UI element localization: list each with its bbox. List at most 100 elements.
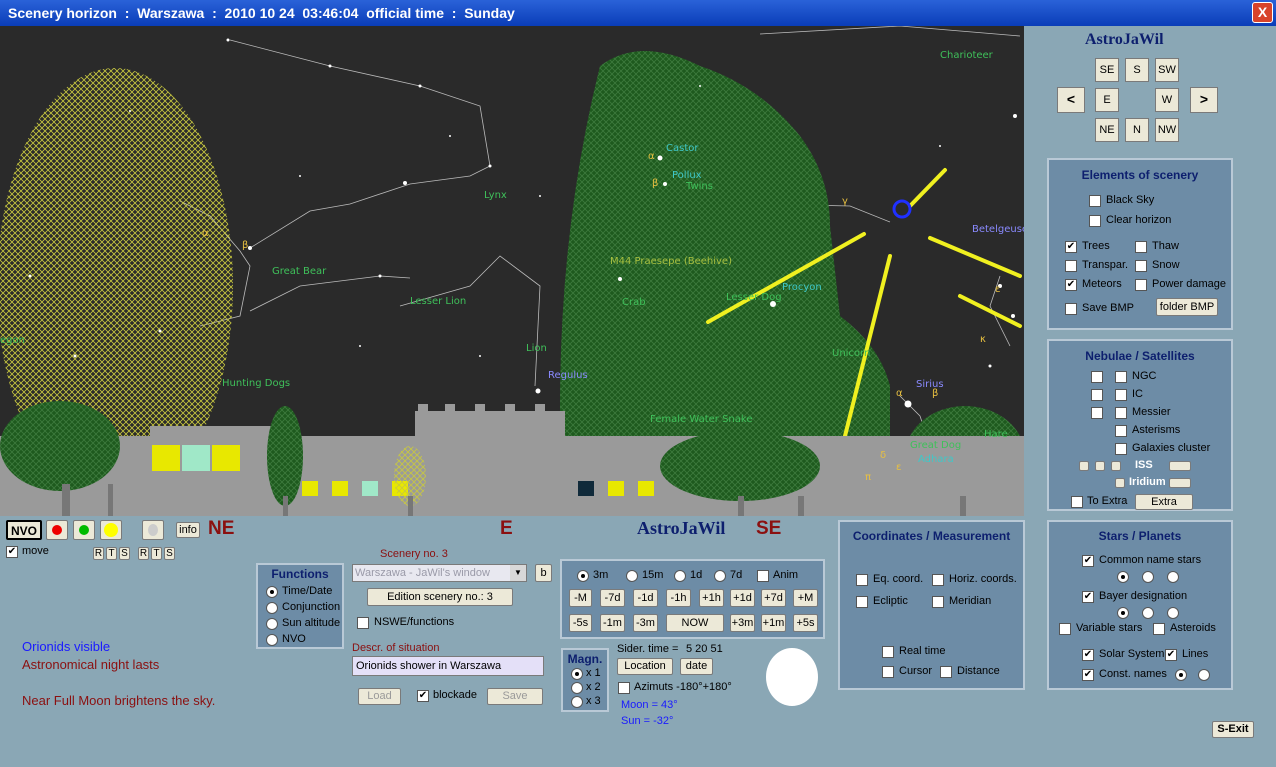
bayer-radio-2[interactable] [1142, 607, 1154, 619]
load-button[interactable]: Load [358, 688, 401, 705]
common-radio-2[interactable] [1142, 571, 1154, 583]
clear-horizon-checkbox[interactable] [1089, 215, 1101, 227]
step-7d-radio[interactable] [714, 570, 726, 582]
ic-checkbox-a[interactable] [1091, 389, 1103, 401]
step-15m-radio[interactable] [626, 570, 638, 582]
scenery-select[interactable]: Warszawa - JaWil's window [352, 564, 527, 582]
common-radio-3[interactable] [1167, 571, 1179, 583]
bayer-checkbox[interactable]: ✔ [1082, 591, 1094, 603]
time-plus-1d[interactable]: +1d [730, 589, 755, 607]
iridium-btn-1[interactable] [1115, 478, 1125, 488]
time-plus-1m[interactable]: +1m [761, 614, 786, 632]
nav-w-button[interactable]: W [1155, 88, 1179, 112]
iss-btn-3[interactable] [1111, 461, 1121, 471]
snow-checkbox[interactable] [1135, 260, 1147, 272]
yellow-button[interactable] [100, 520, 122, 540]
move-checkbox[interactable]: ✔ [6, 546, 18, 558]
lines-checkbox[interactable]: ✔ [1165, 649, 1177, 661]
time-plus-m[interactable]: +M [793, 589, 818, 607]
ecliptic-checkbox[interactable] [856, 596, 868, 608]
nav-ne-button[interactable]: NE [1095, 118, 1119, 142]
sky-view[interactable]: Charioteer Lynx Great Bear Lesser Lion L… [0, 26, 1024, 516]
nav-e-button[interactable]: E [1095, 88, 1119, 112]
thaw-checkbox[interactable] [1135, 241, 1147, 253]
galaxies-checkbox[interactable] [1115, 443, 1127, 455]
common-checkbox[interactable]: ✔ [1082, 555, 1094, 567]
azimuts-checkbox[interactable] [618, 682, 630, 694]
anim-checkbox[interactable] [757, 570, 769, 582]
moon-button[interactable] [142, 520, 164, 540]
extra-button[interactable]: Extra [1135, 494, 1193, 510]
time-minus-3m[interactable]: -3m [633, 614, 658, 632]
power-checkbox[interactable] [1135, 279, 1147, 291]
red-button[interactable] [46, 520, 68, 540]
rts-r-1[interactable]: R [93, 547, 104, 560]
func-sun-radio[interactable] [266, 618, 278, 630]
ngc-checkbox-b[interactable] [1115, 371, 1127, 383]
rts-s-1[interactable]: S [119, 547, 130, 560]
messier-checkbox-b[interactable] [1115, 407, 1127, 419]
magn-x2-radio[interactable] [571, 682, 583, 694]
const-radio-2[interactable] [1198, 669, 1210, 681]
time-minus-5s[interactable]: -5s [569, 614, 592, 632]
time-now[interactable]: NOW [666, 614, 724, 632]
chevron-down-icon[interactable]: ▼ [510, 565, 526, 581]
blockade-checkbox[interactable]: ✔ [417, 690, 429, 702]
meridian-checkbox[interactable] [932, 596, 944, 608]
to-extra-checkbox[interactable] [1071, 496, 1083, 508]
iss-btn-1[interactable] [1079, 461, 1089, 471]
time-minus-m[interactable]: -M [569, 589, 592, 607]
common-radio-1[interactable] [1117, 571, 1129, 583]
save-button[interactable]: Save [487, 688, 543, 705]
realtime-checkbox[interactable] [882, 646, 894, 658]
green-button[interactable] [73, 520, 95, 540]
step-1d-radio[interactable] [674, 570, 686, 582]
exit-button[interactable]: S-Exit [1212, 721, 1254, 738]
meteors-checkbox[interactable]: ✔ [1065, 279, 1077, 291]
iridium-btn-2[interactable] [1169, 478, 1191, 488]
nav-sw-button[interactable]: SW [1155, 58, 1179, 82]
location-button[interactable]: Location [617, 658, 673, 675]
close-button[interactable]: X [1252, 2, 1273, 23]
nvo-button[interactable]: NVO [6, 520, 42, 540]
magn-x3-radio[interactable] [571, 696, 583, 708]
nav-s-button[interactable]: S [1125, 58, 1149, 82]
time-plus-1h[interactable]: +1h [699, 589, 724, 607]
time-minus-1d[interactable]: -1d [633, 589, 658, 607]
info-button[interactable]: info [176, 522, 200, 538]
func-nvo-radio[interactable] [266, 634, 278, 646]
nav-nw-button[interactable]: NW [1155, 118, 1179, 142]
horiz-checkbox[interactable] [932, 574, 944, 586]
ngc-checkbox-a[interactable] [1091, 371, 1103, 383]
eq-checkbox[interactable] [856, 574, 868, 586]
iss-btn-2[interactable] [1095, 461, 1105, 471]
edition-button[interactable]: Edition scenery no.: 3 [367, 588, 513, 606]
asteroids-checkbox[interactable] [1153, 623, 1165, 635]
magn-x1-radio[interactable] [571, 668, 583, 680]
nav-se-button[interactable]: SE [1095, 58, 1119, 82]
iss-btn-4[interactable] [1169, 461, 1191, 471]
variable-checkbox[interactable] [1059, 623, 1071, 635]
messier-checkbox-a[interactable] [1091, 407, 1103, 419]
folder-bmp-button[interactable]: folder BMP [1156, 298, 1218, 316]
rts-t-1[interactable]: T [106, 547, 117, 560]
nswe-checkbox[interactable] [357, 617, 369, 629]
ic-checkbox-b[interactable] [1115, 389, 1127, 401]
time-plus-3m[interactable]: +3m [730, 614, 755, 632]
transpar-checkbox[interactable] [1065, 260, 1077, 272]
const-radio-1[interactable] [1175, 669, 1187, 681]
rts-s-2[interactable]: S [164, 547, 175, 560]
time-minus-1h[interactable]: -1h [666, 589, 691, 607]
save-bmp-checkbox[interactable] [1065, 303, 1077, 315]
time-plus-7d[interactable]: +7d [761, 589, 786, 607]
nav-left-button[interactable]: < [1057, 87, 1085, 113]
bayer-radio-3[interactable] [1167, 607, 1179, 619]
date-button[interactable]: date [680, 658, 713, 675]
nav-n-button[interactable]: N [1125, 118, 1149, 142]
b-button[interactable]: b [535, 564, 552, 582]
descr-field[interactable]: Orionids shower in Warszawa [352, 656, 544, 676]
time-plus-5s[interactable]: +5s [793, 614, 818, 632]
cursor-checkbox[interactable] [882, 666, 894, 678]
func-conj-radio[interactable] [266, 602, 278, 614]
trees-checkbox[interactable]: ✔ [1065, 241, 1077, 253]
